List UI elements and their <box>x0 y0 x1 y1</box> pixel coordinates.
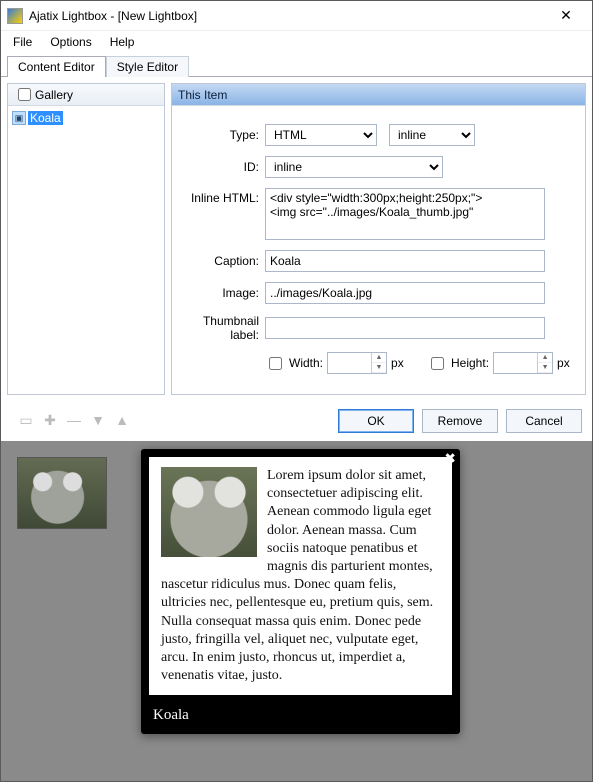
caret-down-icon[interactable]: ▼ <box>538 363 552 373</box>
label-id: ID: <box>180 160 265 174</box>
window-close-button[interactable]: ✕ <box>546 4 586 28</box>
minus-icon[interactable]: — <box>65 412 83 430</box>
caption-input[interactable] <box>265 250 545 272</box>
item-panel: This Item Type: HTML inline ID: inline <box>171 83 586 395</box>
editor-tabs: Content Editor Style Editor <box>1 53 592 77</box>
app-icon <box>7 8 23 24</box>
ok-button[interactable]: OK <box>338 409 414 433</box>
cancel-button[interactable]: Cancel <box>506 409 582 433</box>
mode-select[interactable]: inline <box>389 124 475 146</box>
label-caption: Caption: <box>180 254 265 268</box>
caret-up-icon[interactable]: ▲ <box>538 353 552 363</box>
move-up-icon[interactable]: ▲ <box>113 412 131 430</box>
gallery-panel: Gallery ▣ Koala <box>7 83 165 395</box>
label-thumbnail: Thumbnail label: <box>180 314 265 342</box>
mini-toolbar: ▭ ✚ — ▼ ▲ <box>11 412 330 430</box>
remove-button[interactable]: Remove <box>422 409 498 433</box>
id-select[interactable]: inline <box>265 156 443 178</box>
action-bar: ▭ ✚ — ▼ ▲ OK Remove Cancel <box>1 401 592 441</box>
titlebar: Ajatix Lightbox - [New Lightbox] ✕ <box>1 1 592 31</box>
label-px: px <box>391 356 404 370</box>
tab-content-editor[interactable]: Content Editor <box>7 56 106 77</box>
height-spinner[interactable]: ▲▼ <box>493 352 553 374</box>
width-spinner[interactable]: ▲▼ <box>327 352 387 374</box>
label-width: Width: <box>289 356 323 370</box>
lightbox-caption: Koala <box>141 703 460 734</box>
thumbnail-label-input[interactable] <box>265 317 545 339</box>
gallery-header: Gallery <box>8 84 164 106</box>
plus-icon[interactable]: ✚ <box>41 412 59 430</box>
type-select[interactable]: HTML <box>265 124 377 146</box>
caret-up-icon[interactable]: ▲ <box>372 353 386 363</box>
image-icon: ▣ <box>12 111 26 125</box>
label-type: Type: <box>180 128 265 142</box>
menubar: File Options Help <box>1 31 592 53</box>
menu-file[interactable]: File <box>5 33 40 51</box>
editor-area: Gallery ▣ Koala This Item Type: HTML inl… <box>1 77 592 401</box>
gallery-checkbox[interactable] <box>18 88 31 101</box>
item-header: This Item <box>172 84 585 106</box>
inline-html-textarea[interactable]: <div style="width:300px;height:250px;"> … <box>265 188 545 240</box>
label-height: Height: <box>451 356 489 370</box>
gallery-label: Gallery <box>35 88 73 102</box>
move-down-icon[interactable]: ▼ <box>89 412 107 430</box>
lightbox-content: Lorem ipsum dolor sit amet, consectetuer… <box>149 457 452 695</box>
image-input[interactable] <box>265 282 545 304</box>
koala-thumbnail <box>18 458 106 528</box>
label-inline-html: Inline HTML: <box>180 188 265 205</box>
tree-node-label[interactable]: Koala <box>28 111 63 125</box>
koala-image <box>161 467 257 557</box>
thumbnail-image[interactable] <box>17 457 107 529</box>
height-checkbox[interactable] <box>431 357 444 370</box>
tree-node[interactable]: ▣ Koala <box>10 110 162 126</box>
preview-area: ✖ Lorem ipsum dolor sit amet, consectetu… <box>1 441 592 781</box>
add-image-icon[interactable]: ▭ <box>17 412 35 430</box>
width-checkbox[interactable] <box>269 357 282 370</box>
close-icon[interactable]: ✖ <box>444 451 456 465</box>
menu-options[interactable]: Options <box>42 33 99 51</box>
item-form: Type: HTML inline ID: inline <box>172 106 585 394</box>
label-image: Image: <box>180 286 265 300</box>
label-px: px <box>557 356 570 370</box>
menu-help[interactable]: Help <box>102 33 143 51</box>
tab-style-editor[interactable]: Style Editor <box>106 56 189 77</box>
gallery-tree[interactable]: ▣ Koala <box>8 106 164 394</box>
lightbox-preview: ✖ Lorem ipsum dolor sit amet, consectetu… <box>141 449 460 734</box>
window-title: Ajatix Lightbox - [New Lightbox] <box>29 9 546 23</box>
caret-down-icon[interactable]: ▼ <box>372 363 386 373</box>
